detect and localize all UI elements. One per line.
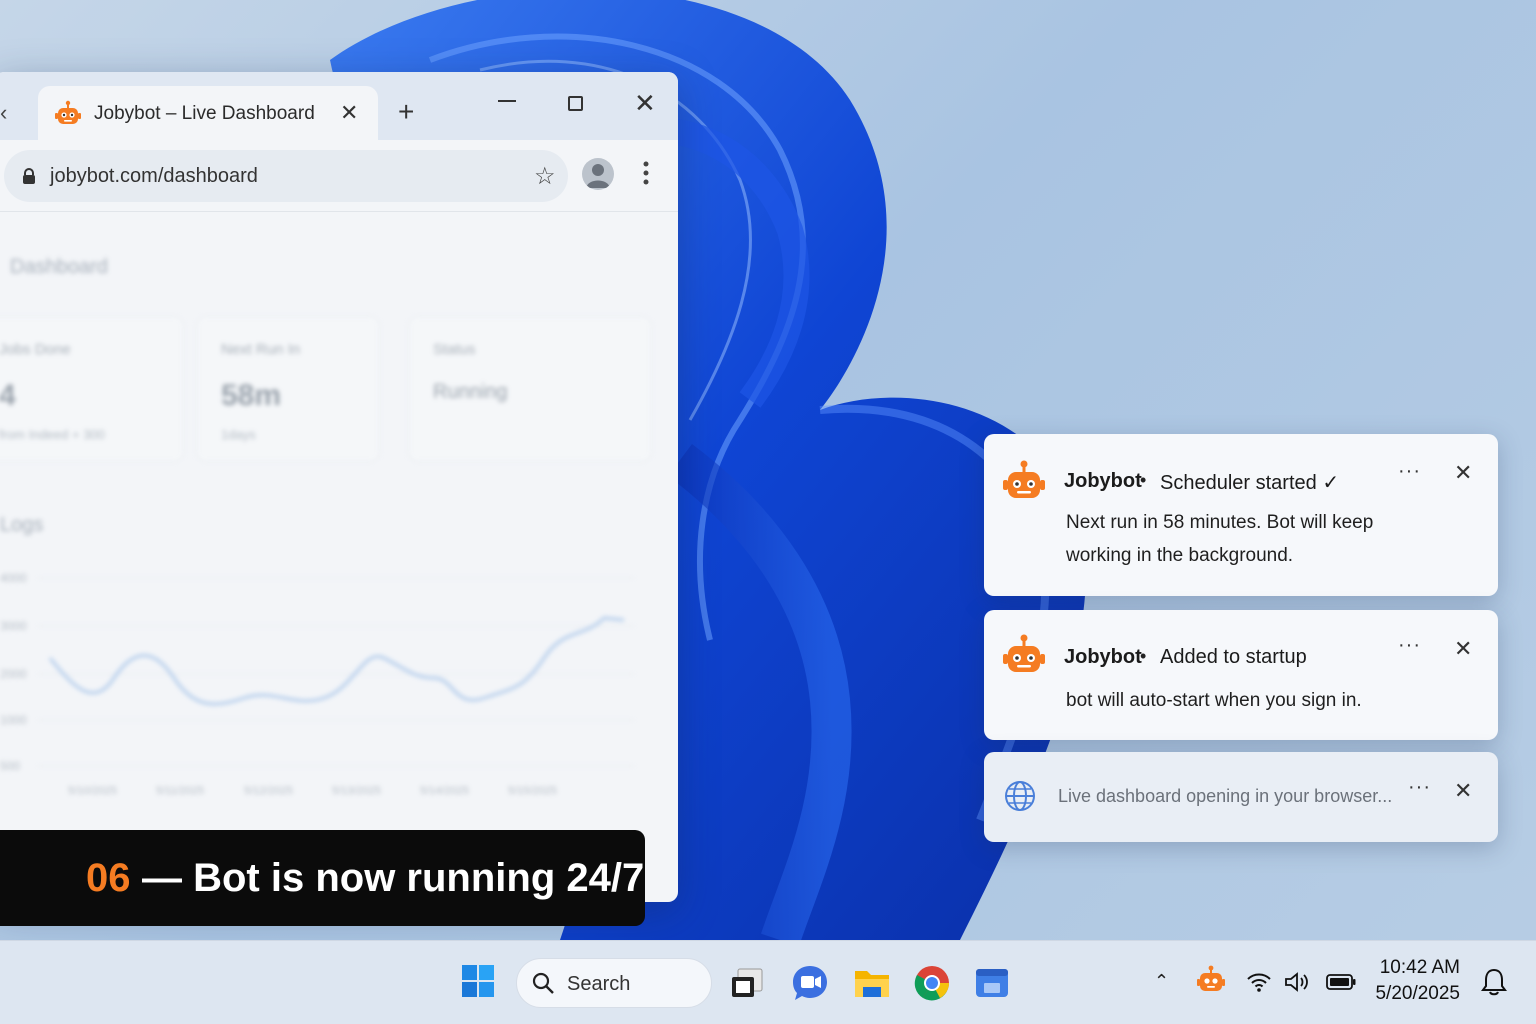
chart-x-tick: 5/12/2025 [244, 785, 293, 797]
tab-scroll-back-icon[interactable]: ‹ [0, 100, 18, 128]
window-close-icon[interactable]: ✕ [634, 88, 656, 119]
url-text: jobybot.com/dashboard [50, 165, 258, 187]
battery-icon[interactable] [1326, 974, 1356, 990]
dismiss-icon[interactable]: ✕ [1454, 636, 1472, 662]
tab-live-dashboard[interactable]: Jobybot – Live Dashboard ✕ [38, 86, 378, 142]
wifi-icon[interactable] [1246, 971, 1272, 993]
stat-label: Jobs Done [0, 341, 71, 358]
maximize-icon[interactable] [568, 96, 583, 111]
notification-added-to-startup[interactable]: Jobybot • Added to startup bot will auto… [984, 610, 1498, 740]
separator-dot: • [1140, 470, 1147, 490]
search-icon [532, 972, 554, 994]
search-label: Search [567, 973, 631, 995]
app-icon[interactable] [972, 963, 1012, 1003]
taskbar-search[interactable]: Search [516, 958, 712, 1008]
lock-icon [23, 168, 35, 184]
logs-title: Logs [0, 514, 44, 536]
robot-icon [1003, 634, 1045, 672]
robot-icon [55, 100, 81, 124]
stat-card-status: Status Running [408, 316, 652, 462]
file-explorer-icon[interactable] [852, 963, 892, 1003]
notification-app-name: Jobybot [1064, 470, 1142, 492]
notification-headline: Added to startup [1160, 646, 1307, 668]
taskbar: Search ⌃ 10:42 AM 5/20/2025 [0, 940, 1536, 1024]
browser-tab-bar: ‹ Jobybot – Live Dashboard ✕ + ✕ [0, 72, 678, 142]
chart-x-tick: 5/14/2025 [420, 785, 469, 797]
chrome-icon[interactable] [912, 963, 952, 1003]
notification-bell-icon[interactable] [1480, 967, 1508, 997]
stat-value: 4 [0, 379, 16, 412]
stat-sub: 1days [221, 427, 256, 442]
robot-icon [1003, 460, 1045, 498]
windows-start-icon[interactable] [462, 965, 494, 997]
dismiss-icon[interactable]: ✕ [1454, 778, 1472, 804]
tab-title: Jobybot – Live Dashboard [94, 103, 315, 124]
notification-scheduler-started[interactable]: Jobybot • Scheduler started ✓ Next run i… [984, 434, 1498, 596]
volume-icon[interactable] [1284, 971, 1312, 993]
more-menu-icon[interactable] [642, 160, 650, 186]
more-options-icon[interactable]: ··· [1398, 634, 1421, 657]
clock-date[interactable]: 5/20/2025 [1360, 983, 1460, 1005]
task-view-icon[interactable] [728, 963, 768, 1003]
separator-dot: • [1140, 646, 1147, 666]
caption-text: — Bot is now running 24/7 [142, 856, 645, 900]
notification-text: Live dashboard opening in your browser..… [1058, 786, 1393, 806]
minimize-icon[interactable] [498, 100, 516, 102]
teams-icon[interactable] [790, 963, 830, 1003]
caption-step-number: 06 [86, 856, 131, 900]
dismiss-icon[interactable]: ✕ [1454, 460, 1472, 486]
chart-y-tick: 3000 [0, 619, 27, 633]
stat-value: Running [433, 381, 508, 403]
address-bar[interactable]: jobybot.com/dashboard ☆ [4, 150, 568, 202]
tab-close-icon[interactable]: ✕ [340, 100, 358, 126]
tray-overflow-chevron-icon[interactable]: ⌃ [1154, 971, 1169, 992]
more-options-icon[interactable]: ··· [1408, 776, 1431, 799]
stat-card-jobs: Jobs Done 4 from Indeed + 300 [0, 316, 184, 462]
globe-icon [1005, 781, 1035, 811]
bookmark-star-icon[interactable]: ☆ [534, 162, 556, 191]
chart-y-tick: 4000 [0, 571, 27, 585]
clock-time[interactable]: 10:42 AM [1360, 957, 1460, 979]
chart-y-tick: 2000 [0, 667, 27, 681]
dashboard-page: Dashboard Jobs Done 4 from Indeed + 300 … [0, 212, 678, 902]
stat-value: 58m [221, 379, 282, 412]
step-caption: 06 — Bot is now running 24/7 [0, 830, 645, 926]
chart-x-tick: 5/10/2025 [68, 785, 117, 797]
notification-body: bot will auto-start when you sign in. [1066, 690, 1362, 711]
chart-x-tick: 5/11/2025 [156, 785, 204, 797]
chart-x-tick: 5/15/2025 [508, 785, 557, 797]
robot-icon[interactable] [1196, 965, 1226, 995]
notification-body: Next run in 58 minutes. Bot will keep wo… [1066, 512, 1374, 566]
browser-toolbar: jobybot.com/dashboard ☆ [0, 140, 678, 212]
logs-chart: 4000 3000 2000 1000 500 5/10/2025 5/11/2025 5/1… [0, 558, 654, 818]
notification-dashboard-opening[interactable]: Live dashboard opening in your browser..… [984, 752, 1498, 842]
new-tab-button[interactable]: + [398, 98, 414, 126]
stat-label: Next Run In [221, 341, 301, 358]
chart-x-tick: 5/13/2025 [332, 785, 381, 797]
page-title: Dashboard [10, 256, 108, 278]
stat-sub: from Indeed + 300 [0, 427, 105, 442]
stat-card-next-run: Next Run In 58m 1days [196, 316, 380, 462]
notification-app-name: Jobybot [1064, 646, 1142, 668]
notification-headline: Scheduler started ✓ [1160, 472, 1340, 494]
stat-label: Status [433, 341, 476, 358]
browser-window: ‹ Jobybot – Live Dashboard ✕ + ✕ jobybot… [0, 72, 678, 902]
chart-y-tick: 500 [0, 759, 20, 773]
more-options-icon[interactable]: ··· [1398, 460, 1421, 483]
chart-y-tick: 1000 [0, 713, 27, 727]
profile-avatar-icon[interactable] [582, 158, 614, 190]
